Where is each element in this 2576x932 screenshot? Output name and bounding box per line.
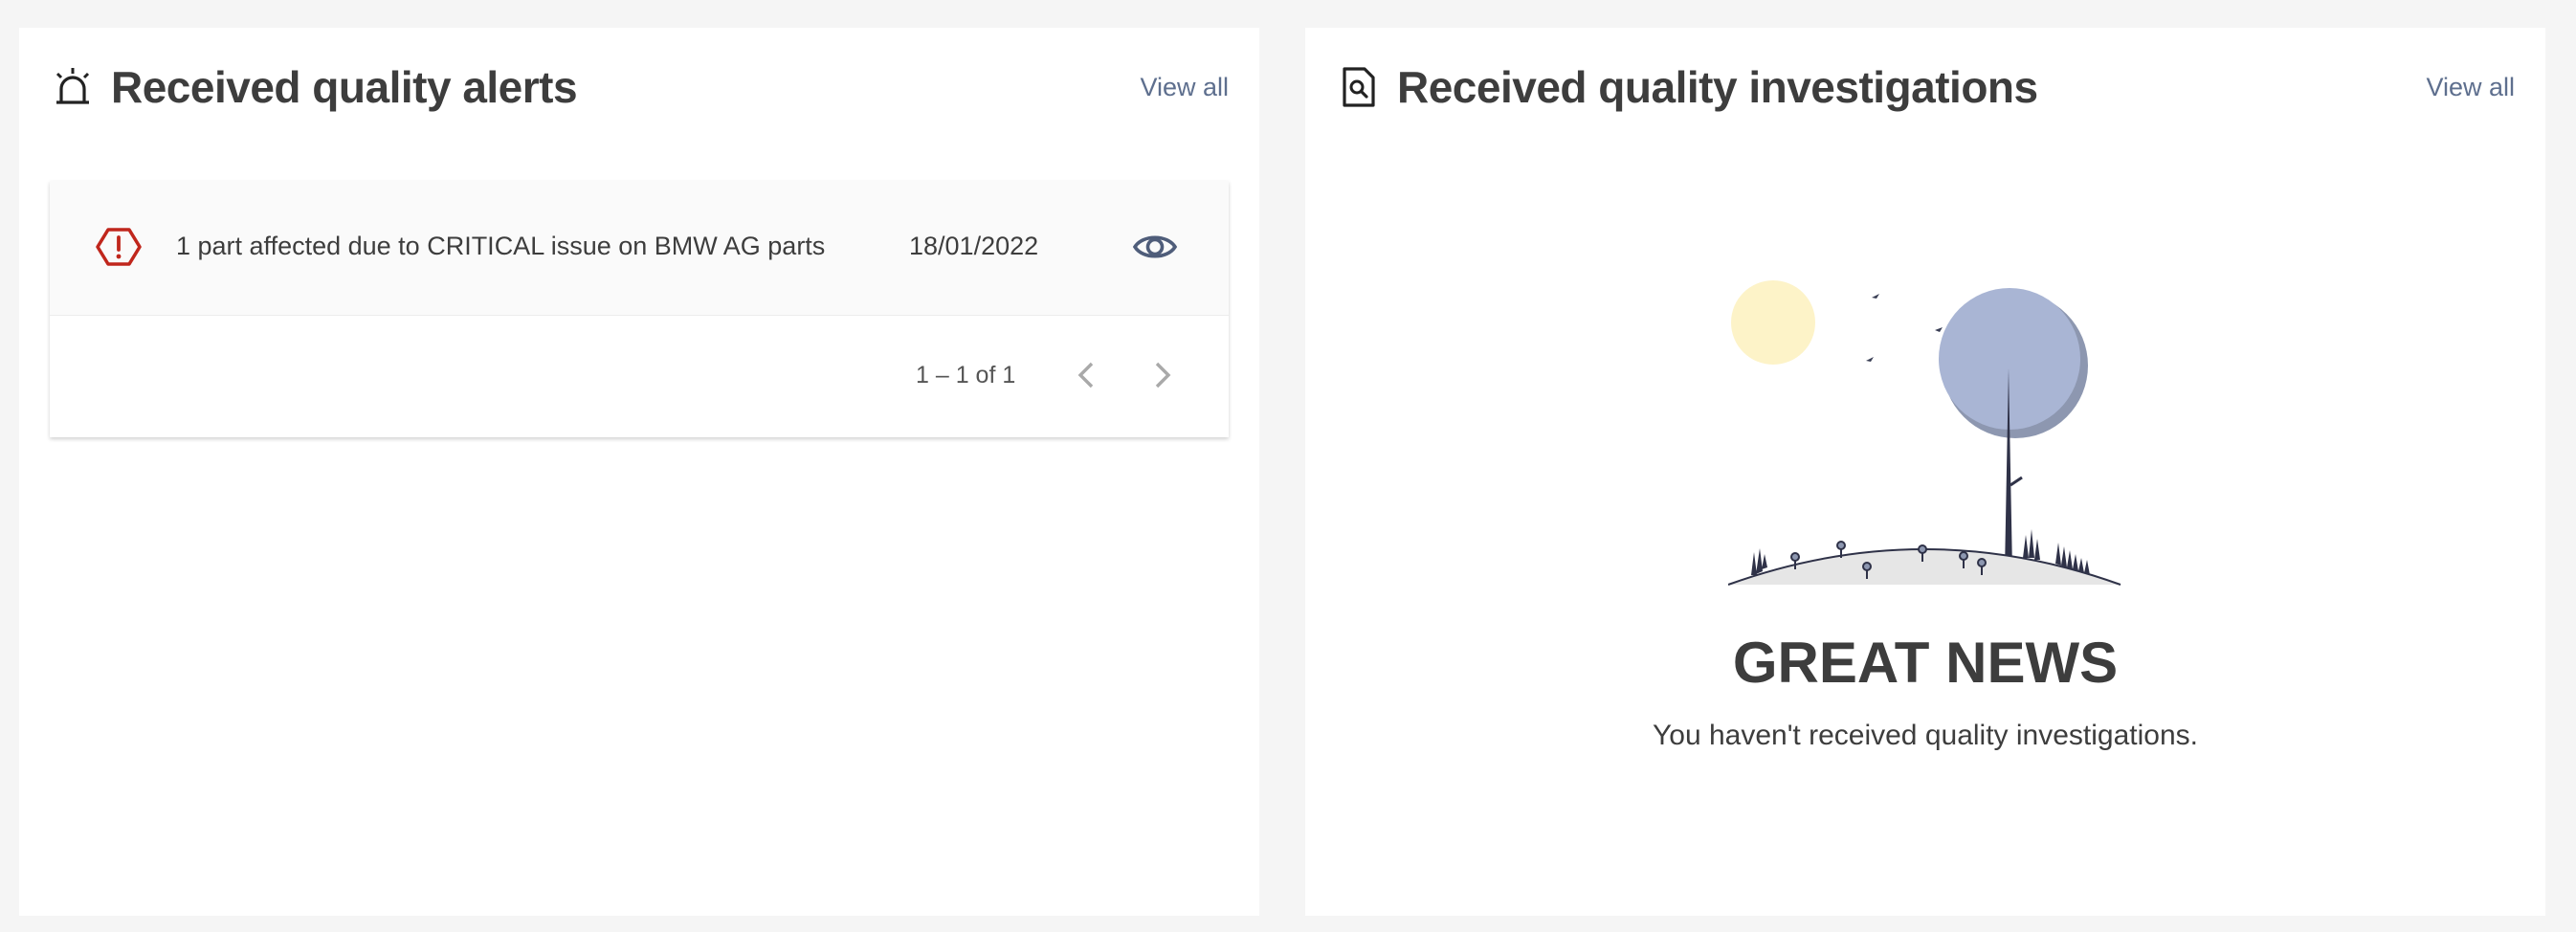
sun — [1731, 280, 1815, 365]
alert-description: 1 part affected due to CRITICAL issue on… — [176, 232, 826, 260]
alerts-table: 1 part affected due to CRITICAL issue on… — [50, 181, 1229, 437]
bird — [1872, 294, 1879, 299]
document-search-icon — [1338, 66, 1380, 108]
empty-state-title: GREAT NEWS — [1732, 631, 2119, 695]
alarm-bell-icon — [52, 66, 94, 108]
view-all-link[interactable]: View all — [2426, 70, 2515, 104]
chevron-right-icon[interactable] — [1141, 354, 1183, 396]
tree-crown — [1939, 288, 2080, 430]
eye-icon[interactable] — [1131, 223, 1179, 271]
card-header: Received quality alerts View all — [19, 28, 1259, 152]
alert-date: 18/01/2022 — [909, 232, 1039, 260]
chevron-left-icon[interactable] — [1066, 354, 1108, 396]
received-quality-alerts-card: Received quality alerts View all 1 part … — [19, 28, 1259, 916]
empty-state-illustration — [1727, 234, 2130, 598]
table-row[interactable]: 1 part affected due to CRITICAL issue on… — [50, 181, 1229, 316]
page-range-label: 1 – 1 of 1 — [916, 362, 1016, 388]
paginator: 1 – 1 of 1 — [50, 316, 1229, 437]
card-title: Received quality alerts — [111, 62, 578, 112]
bird — [1866, 357, 1874, 362]
card-title: Received quality investigations — [1397, 62, 2038, 112]
critical-hexagon-icon — [96, 224, 142, 270]
view-all-link[interactable]: View all — [1140, 70, 1229, 104]
bird — [1935, 327, 1943, 332]
empty-state-subtitle: You haven't received quality investigati… — [1653, 720, 2198, 751]
received-quality-investigations-card: Received quality investigations View all — [1305, 28, 2545, 916]
card-header: Received quality investigations View all — [1305, 28, 2545, 152]
